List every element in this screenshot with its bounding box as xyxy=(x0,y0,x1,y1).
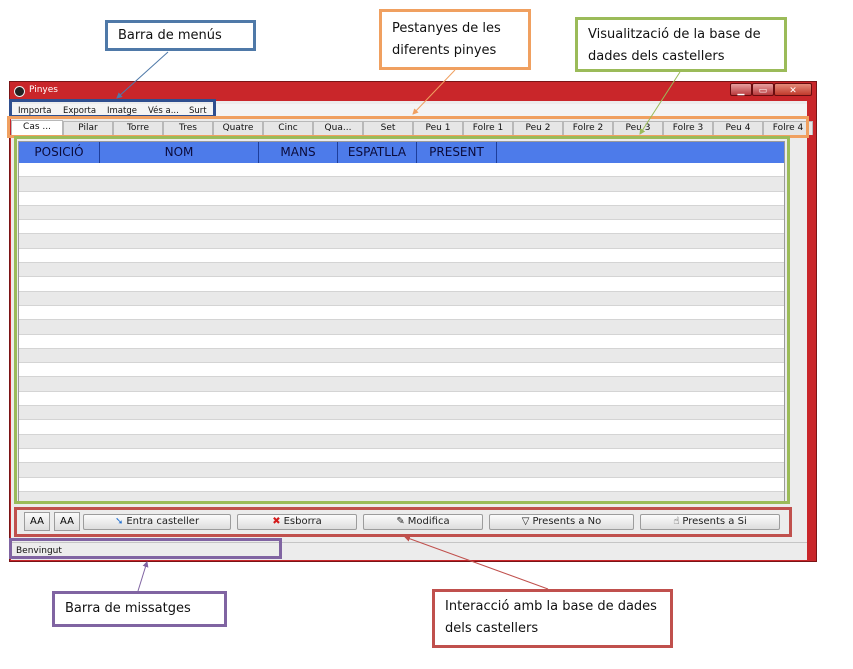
table-row[interactable] xyxy=(19,434,784,449)
table-row[interactable] xyxy=(19,448,784,464)
window-title: Pinyes xyxy=(29,85,58,95)
table-row[interactable] xyxy=(19,463,784,478)
table-row[interactable] xyxy=(19,477,784,492)
edit-icon: ✎ xyxy=(396,516,405,527)
table-row[interactable] xyxy=(19,263,784,278)
tab-7[interactable]: Set xyxy=(363,121,413,135)
table-row[interactable] xyxy=(19,334,784,349)
tabs-annotation: Pestanyes de les diferents pinyes xyxy=(379,9,531,70)
tab-3[interactable]: Tres xyxy=(163,121,213,135)
database-annotation: Visualització de la base de dades dels c… xyxy=(575,17,787,72)
presents-a-no-button[interactable]: ▽ Presents a No xyxy=(489,514,634,530)
column-present[interactable]: PRESENT xyxy=(417,142,497,163)
table-row[interactable] xyxy=(19,291,784,306)
tab-11[interactable]: Folre 2 xyxy=(563,121,613,135)
presents-a-si-label: Presents a Si xyxy=(682,516,747,527)
menu-bar: Importa Exporta Imatge Vés a... Surt xyxy=(11,104,807,118)
table-row[interactable] xyxy=(19,177,784,192)
column-espatlla[interactable]: ESPATLLA xyxy=(338,142,417,163)
font-increase-icon: AA xyxy=(30,516,44,527)
font-decrease-icon: AA xyxy=(60,516,74,527)
maximize-button[interactable]: ▭ xyxy=(752,83,774,96)
status-bar: Benvingut xyxy=(11,542,807,560)
table-row[interactable] xyxy=(19,163,784,178)
menubar-annotation: Barra de menús xyxy=(105,20,256,51)
tab-0[interactable]: Cas ... xyxy=(11,120,63,136)
table-row[interactable] xyxy=(19,348,784,364)
entra-casteller-label: Entra casteller xyxy=(126,516,200,527)
table-row[interactable] xyxy=(19,320,784,335)
tab-5[interactable]: Cinc xyxy=(263,121,313,135)
table-row[interactable] xyxy=(19,406,784,421)
table-row[interactable] xyxy=(19,277,784,292)
table-row[interactable] xyxy=(19,377,784,392)
tab-2[interactable]: Torre xyxy=(113,121,163,135)
status-message: Benvingut xyxy=(16,546,62,556)
tab-14[interactable]: Peu 4 xyxy=(713,121,763,135)
castellers-grid[interactable]: POSICIÓ NOM MANS ESPATLLA PRESENT xyxy=(18,141,785,502)
tab-8[interactable]: Peu 1 xyxy=(413,121,463,135)
client-area: Importa Exporta Imatge Vés a... Surt Cas… xyxy=(11,101,813,560)
presents-a-no-label: Presents a No xyxy=(532,516,602,527)
menu-imatge[interactable]: Imatge xyxy=(107,106,137,116)
red-x-icon: ✖ xyxy=(272,516,281,527)
messages-arrow xyxy=(137,561,149,592)
table-row[interactable] xyxy=(19,305,784,321)
minimize-button[interactable]: ▁ xyxy=(730,83,752,96)
column-mans[interactable]: MANS xyxy=(259,142,338,163)
tab-10[interactable]: Peu 2 xyxy=(513,121,563,135)
hand-icon: ☝ xyxy=(673,516,680,527)
table-row[interactable] xyxy=(19,391,784,407)
table-row[interactable] xyxy=(19,191,784,206)
app-window: Pinyes ▁ ▭ ✕ Importa Exporta Imatge Vés … xyxy=(9,81,817,562)
tab-bar: Cas ... Pilar Torre Tres Quatre Cinc Qua... Set… xyxy=(11,120,813,137)
tab-4[interactable]: Quatre xyxy=(213,121,263,135)
entra-casteller-button[interactable]: ➘ Entra casteller xyxy=(83,514,231,530)
decrease-font-button[interactable]: AA xyxy=(54,512,80,531)
column-posicio[interactable]: POSICIÓ xyxy=(19,142,100,163)
menu-exporta[interactable]: Exporta xyxy=(63,106,96,116)
close-button[interactable]: ✕ xyxy=(774,83,812,96)
grid-rows xyxy=(19,163,784,501)
column-nom[interactable]: NOM xyxy=(100,142,259,163)
table-row[interactable] xyxy=(19,234,784,249)
app-icon xyxy=(14,86,25,97)
tab-9[interactable]: Folre 1 xyxy=(463,121,513,135)
arrow-icon: ➘ xyxy=(114,516,124,527)
increase-font-button[interactable]: AA xyxy=(24,512,50,531)
presents-a-si-button[interactable]: ☝ Presents a Si xyxy=(640,514,780,530)
table-row[interactable] xyxy=(19,420,784,435)
modifica-label: Modifica xyxy=(407,516,450,527)
interaction-annotation: Interacció amb la base de dades dels cas… xyxy=(432,589,673,648)
tab-12[interactable]: Peu 3 xyxy=(613,121,663,135)
title-bar[interactable]: Pinyes ▁ ▭ ✕ xyxy=(10,82,816,101)
menu-ves-a[interactable]: Vés a... xyxy=(148,106,179,116)
esborra-button[interactable]: ✖ Esborra xyxy=(237,514,357,530)
tab-6[interactable]: Qua... xyxy=(313,121,363,135)
menu-importa[interactable]: Importa xyxy=(18,106,51,116)
modifica-button[interactable]: ✎ Modifica xyxy=(363,514,483,530)
table-row[interactable] xyxy=(19,205,784,221)
filter-icon: ▽ xyxy=(521,516,530,527)
grid-header: POSICIÓ NOM MANS ESPATLLA PRESENT xyxy=(19,142,784,163)
menu-surt[interactable]: Surt xyxy=(189,106,207,116)
table-row[interactable] xyxy=(19,363,784,378)
tab-13[interactable]: Folre 3 xyxy=(663,121,713,135)
tab-1[interactable]: Pilar xyxy=(63,121,113,135)
tab-15[interactable]: Folre 4 xyxy=(763,121,813,135)
table-row[interactable] xyxy=(19,248,784,264)
messages-annotation: Barra de missatges xyxy=(52,591,227,627)
table-row[interactable] xyxy=(19,491,784,501)
esborra-label: Esborra xyxy=(283,516,322,527)
table-row[interactable] xyxy=(19,220,784,235)
